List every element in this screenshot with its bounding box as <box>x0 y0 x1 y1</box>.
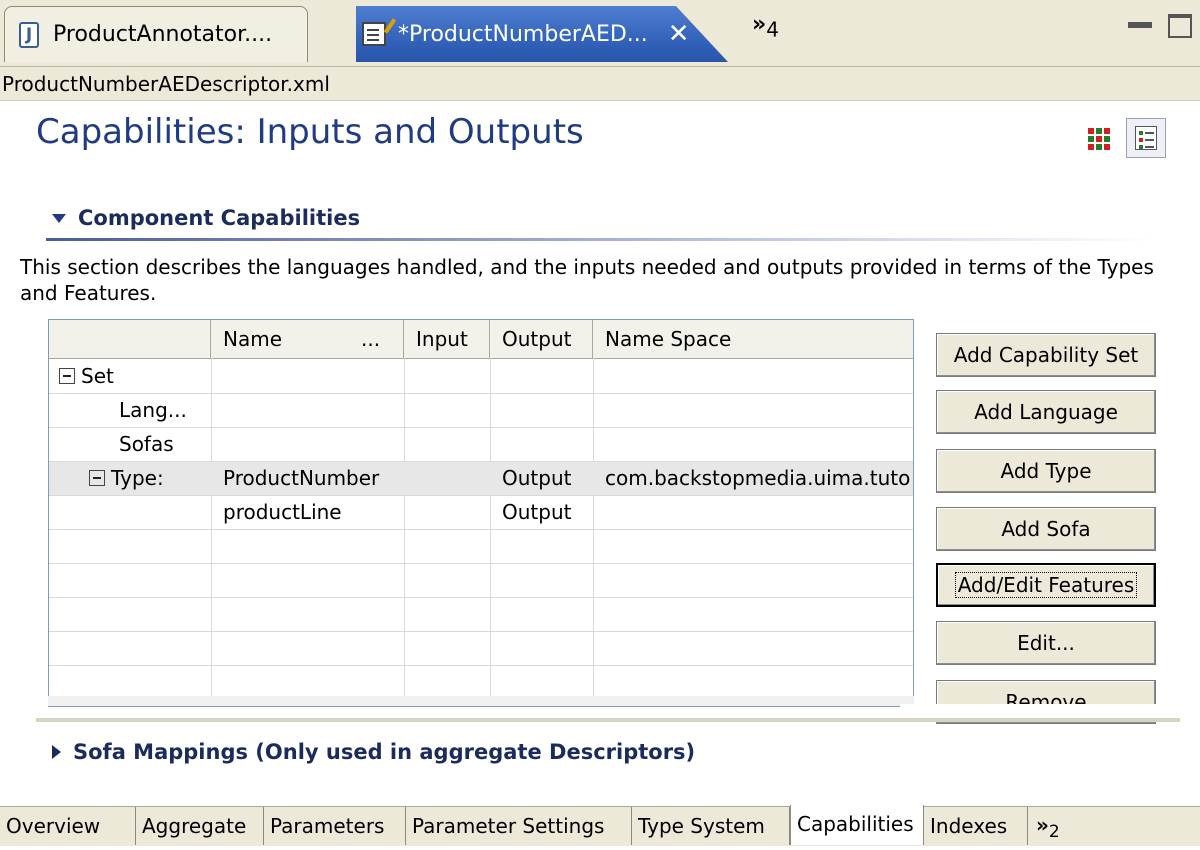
table-row-sofas[interactable]: Sofas <box>49 428 913 462</box>
add-capability-set-button[interactable]: Add Capability Set <box>936 333 1156 377</box>
overflow-count: 4 <box>766 17 779 42</box>
collapse-icon[interactable] <box>89 469 105 486</box>
tab-parameter-settings[interactable]: Parameter Settings <box>406 807 632 845</box>
grid-view-icon[interactable] <box>1088 128 1110 150</box>
section-toggle-sofa-mappings[interactable]: Sofa Mappings (Only used in aggregate De… <box>52 740 695 764</box>
tree-label: Lang... <box>119 398 187 422</box>
tab-aggregate[interactable]: Aggregate <box>136 807 264 845</box>
tree-cell: Set <box>49 360 114 394</box>
close-icon[interactable]: ✕ <box>668 19 690 49</box>
column-header-tree[interactable] <box>49 320 211 358</box>
list-view-button[interactable] <box>1126 118 1166 158</box>
column-header-output[interactable]: Output <box>490 320 593 358</box>
page-tab-bar: Overview Aggregate Parameters Parameter … <box>0 805 1200 846</box>
column-header-input[interactable]: Input <box>404 320 490 358</box>
collapse-icon[interactable] <box>59 367 75 384</box>
add-sofa-button[interactable]: Add Sofa <box>936 507 1156 551</box>
section-divider <box>46 238 1156 241</box>
table-header: Name ... Input Output Name Space <box>49 320 913 359</box>
table-row-empty <box>49 564 913 598</box>
section-title: Component Capabilities <box>78 206 361 230</box>
edit-button[interactable]: Edit... <box>936 621 1156 665</box>
java-file-icon: J <box>19 21 39 48</box>
expanded-triangle-icon <box>52 213 66 223</box>
horizontal-scrollbar[interactable] <box>48 696 914 706</box>
breadcrumb: ProductNumberAEDescriptor.xml <box>0 67 1200 101</box>
table-row-languages[interactable]: Lang... <box>49 394 913 428</box>
tab-capabilities[interactable]: Capabilities <box>790 805 924 845</box>
section-title: Sofa Mappings (Only used in aggregate De… <box>73 740 696 764</box>
output-cell: Output <box>502 466 572 490</box>
table-row-empty <box>49 666 913 700</box>
page-title: Capabilities: Inputs and Outputs <box>36 112 584 152</box>
editor-tab-strip: J ProductAnnotator.... *ProductNumberAED… <box>0 0 1200 67</box>
table-row-empty <box>49 530 913 564</box>
page-tab-overflow-button[interactable]: »2 <box>1036 807 1060 850</box>
overflow-count: 2 <box>1048 822 1060 842</box>
tab-type-system[interactable]: Type System <box>632 807 790 845</box>
table-row-empty <box>49 632 913 666</box>
tab-parameters[interactable]: Parameters <box>264 807 406 845</box>
tab-overflow-button[interactable]: »4 <box>752 12 779 41</box>
tree-label: Type: <box>111 466 164 490</box>
table-row-feature[interactable]: productLine Output <box>49 496 913 530</box>
add-edit-features-label: Add/Edit Features <box>954 572 1138 598</box>
column-header-name[interactable]: Name ... <box>211 320 404 358</box>
table-row-type[interactable]: Type: ProductNumber Output com.backstopm… <box>49 462 913 496</box>
tab-overview[interactable]: Overview <box>0 807 136 845</box>
section-toggle-component-capabilities[interactable]: Component Capabilities <box>52 206 360 230</box>
maximize-icon[interactable] <box>1168 14 1192 38</box>
chevron-double-right-icon: » <box>752 12 767 37</box>
list-view-icon <box>1135 126 1157 150</box>
tab-indexes[interactable]: Indexes <box>924 807 1028 845</box>
name-cell: productLine <box>223 500 342 524</box>
table-row-set[interactable]: Set <box>49 360 913 394</box>
column-header-name-ellipsis: ... <box>361 327 381 351</box>
tree-label: Sofas <box>119 432 174 456</box>
descriptor-file-icon <box>362 22 386 46</box>
column-header-name-label: Name <box>223 327 283 351</box>
editor-tab-label: *ProductNumberAED... <box>398 21 648 47</box>
section-sash[interactable] <box>36 718 1180 722</box>
tree-label: Set <box>81 364 114 388</box>
add-language-button[interactable]: Add Language <box>936 390 1156 434</box>
editor-tab-product-annotator[interactable]: J ProductAnnotator.... <box>4 6 308 62</box>
tree-cell: Type: <box>49 462 164 496</box>
column-header-namespace[interactable]: Name Space <box>593 320 913 358</box>
add-edit-features-button[interactable]: Add/Edit Features <box>936 563 1156 607</box>
chevron-double-right-icon: » <box>1036 813 1049 837</box>
add-type-button[interactable]: Add Type <box>936 449 1156 493</box>
editor-tab-product-number-aed[interactable]: *ProductNumberAED... ✕ <box>356 6 728 62</box>
table-row-empty <box>49 598 913 632</box>
section-description: This section describes the languages han… <box>20 255 1154 305</box>
namespace-cell: com.backstopmedia.uima.tuto <box>605 466 911 490</box>
minimize-icon[interactable] <box>1128 22 1152 28</box>
output-cell: Output <box>502 500 572 524</box>
editor-tab-label: ProductAnnotator.... <box>53 22 273 47</box>
name-cell: ProductNumber <box>223 466 380 490</box>
collapsed-triangle-icon <box>52 745 61 759</box>
capabilities-table[interactable]: Name ... Input Output Name Space Set Lan… <box>48 319 914 707</box>
